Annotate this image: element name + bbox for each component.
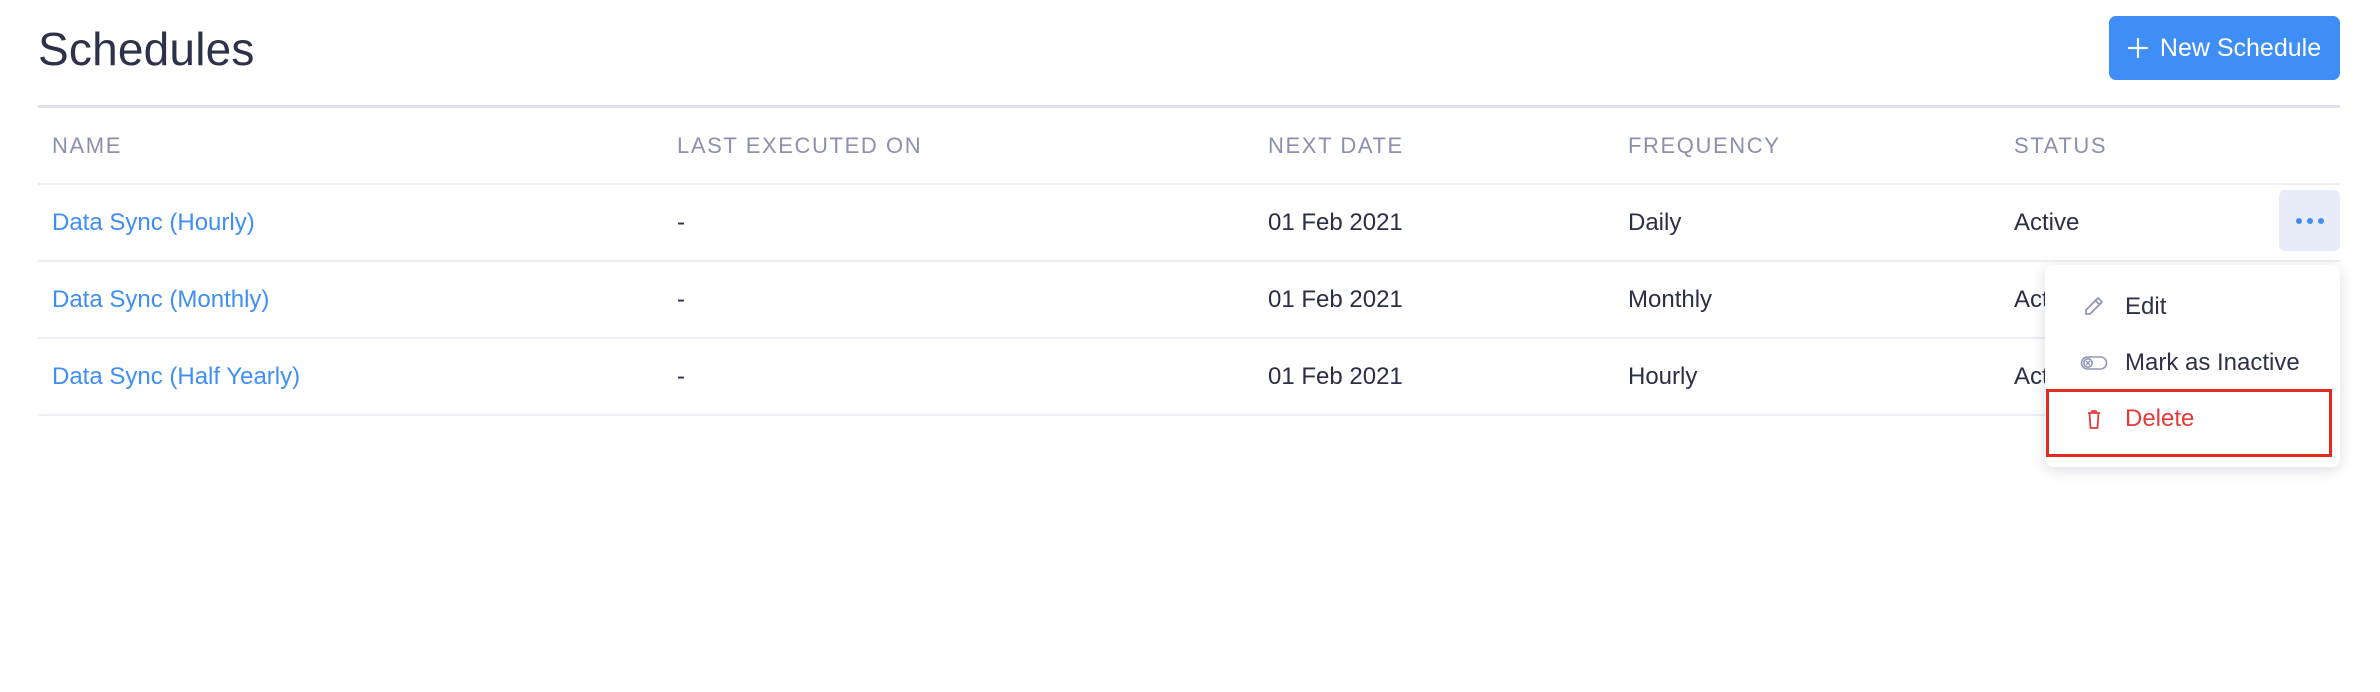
- pencil-icon: [2085, 297, 2103, 315]
- schedule-name-link[interactable]: Data Sync (Hourly): [52, 185, 255, 260]
- column-header-frequency: FREQUENCY: [1628, 133, 1781, 158]
- menu-item-delete[interactable]: Delete: [2045, 393, 2340, 445]
- next-date-cell: 01 Feb 2021: [1268, 209, 1403, 236]
- menu-item-mark-inactive[interactable]: Mark as Inactive: [2045, 337, 2340, 389]
- menu-item-label: Mark as Inactive: [2125, 349, 2300, 376]
- table-row: Data Sync (Hourly) - 01 Feb 2021 Daily A…: [38, 185, 2340, 262]
- schedule-name-link[interactable]: Data Sync (Monthly): [52, 262, 269, 337]
- frequency-cell: Monthly: [1628, 286, 1713, 313]
- new-schedule-label: New Schedule: [2159, 33, 2322, 62]
- menu-item-label: Edit: [2125, 293, 2167, 320]
- schedule-name-link[interactable]: Data Sync (Half Yearly): [52, 339, 300, 414]
- menu-item-edit[interactable]: Edit: [2045, 281, 2340, 333]
- column-header-name: NAME: [52, 133, 122, 158]
- new-schedule-button[interactable]: New Schedule: [2109, 16, 2340, 80]
- last-executed-cell: -: [677, 286, 685, 313]
- table-row: Data Sync (Monthly) - 01 Feb 2021 Monthl…: [38, 262, 2340, 339]
- table-header-row: NAME LAST EXECUTED ON NEXT DATE FREQUENC…: [38, 108, 2340, 185]
- status-cell: Active: [2014, 209, 2080, 236]
- column-header-last-executed: LAST EXECUTED ON: [677, 133, 923, 158]
- next-date-cell: 01 Feb 2021: [1268, 363, 1403, 390]
- toggle-off-icon: [2080, 356, 2108, 370]
- table-row: Data Sync (Half Yearly) - 01 Feb 2021 Ho…: [38, 339, 2340, 416]
- page-title: Schedules: [38, 23, 255, 75]
- last-executed-cell: -: [677, 209, 685, 236]
- frequency-cell: Hourly: [1628, 363, 1698, 390]
- schedules-table: NAME LAST EXECUTED ON NEXT DATE FREQUENC…: [38, 108, 2340, 416]
- menu-item-label: Delete: [2125, 405, 2195, 432]
- next-date-cell: 01 Feb 2021: [1268, 286, 1403, 313]
- frequency-cell: Daily: [1628, 209, 1682, 236]
- more-horizontal-icon: [2295, 217, 2324, 224]
- plus-icon: [2127, 38, 2148, 58]
- row-actions-menu: Edit Mark as Inactive Delete: [2045, 265, 2340, 467]
- row-actions-button[interactable]: [2279, 190, 2340, 251]
- column-header-next-date: NEXT DATE: [1268, 133, 1404, 158]
- last-executed-cell: -: [677, 363, 685, 390]
- column-header-status: STATUS: [2014, 133, 2108, 158]
- trash-icon: [2088, 410, 2100, 429]
